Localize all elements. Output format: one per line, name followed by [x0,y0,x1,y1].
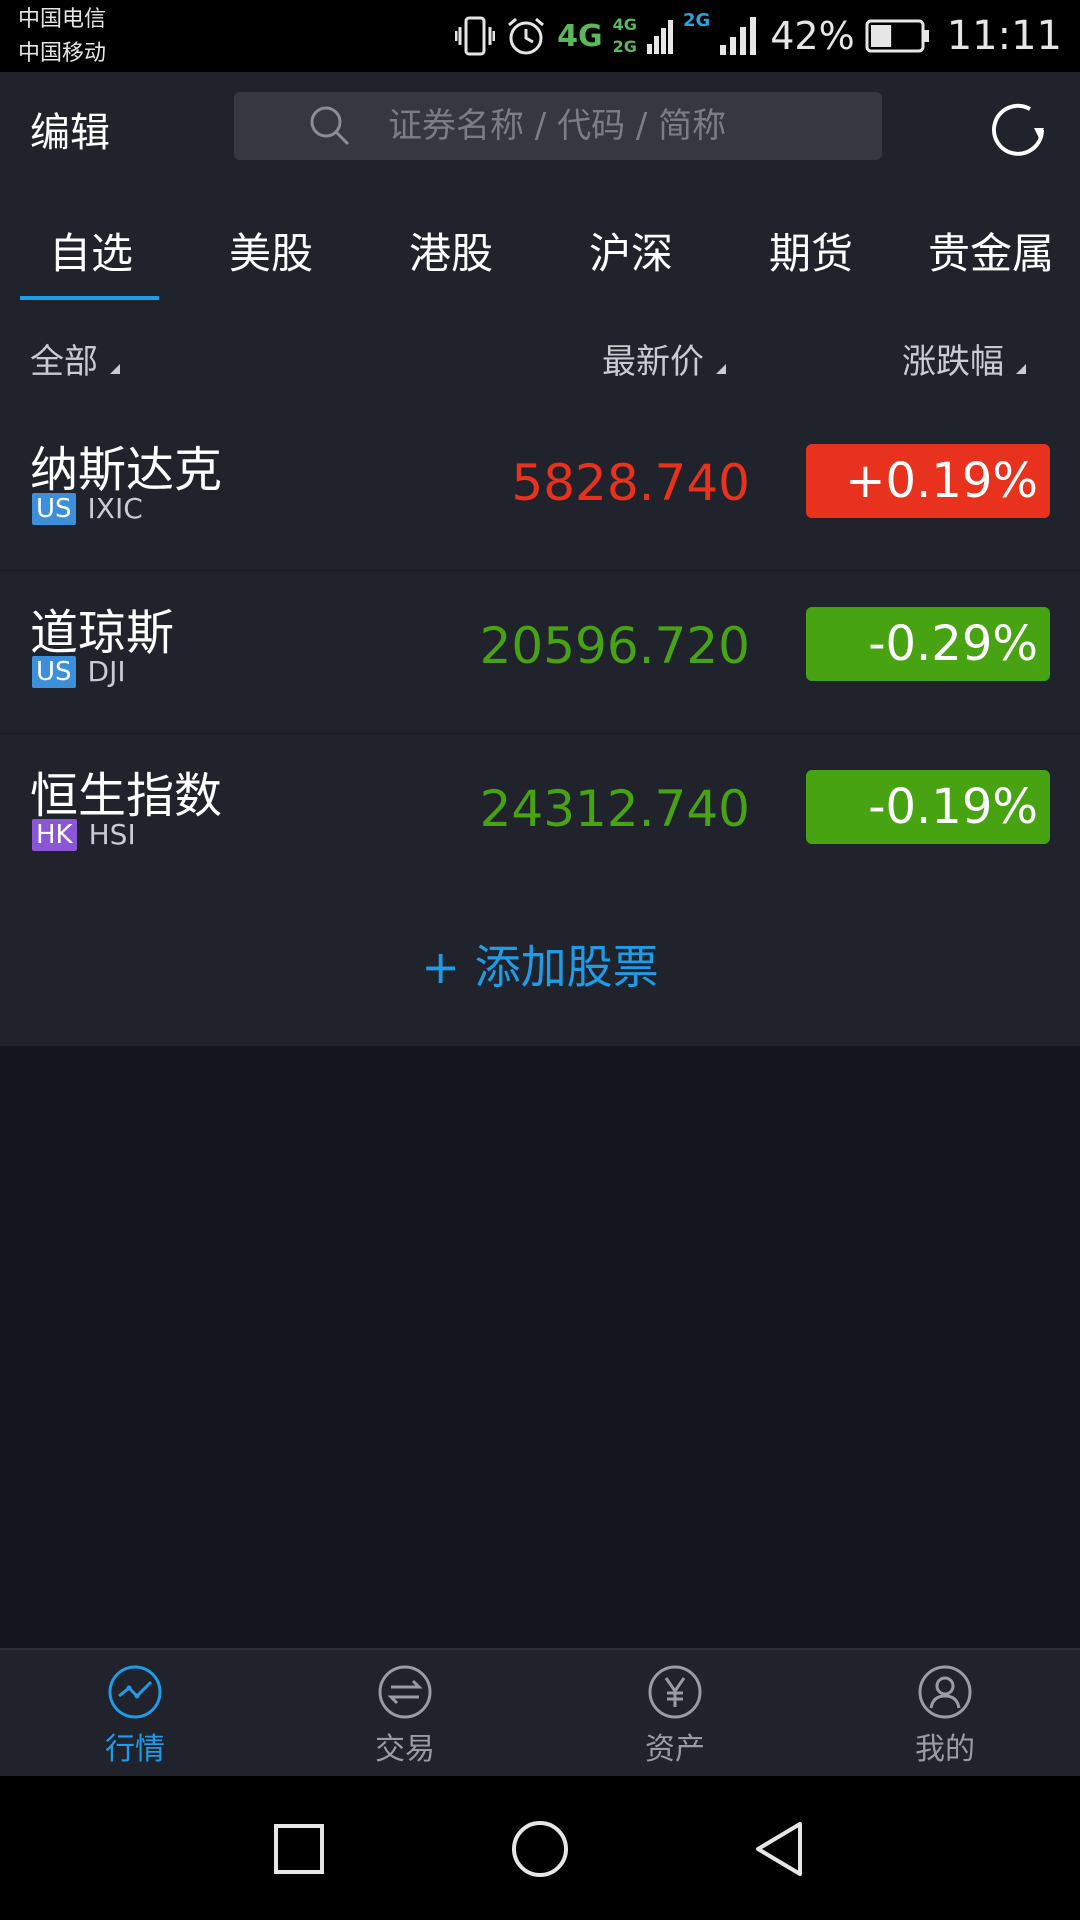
stock-sub: HK HSI [32,818,136,851]
nav-label: 交易 [375,1732,435,1767]
refresh-icon[interactable] [986,98,1050,162]
market-badge: HK [32,818,77,851]
stock-price: 24312.740 [479,780,750,838]
sort-latest-price[interactable]: 最新价 [602,334,726,383]
nav-item-trade[interactable]: 交易 [330,1664,480,1768]
tab-precious-metals[interactable]: 贵金属 [926,220,1056,281]
stock-name: 恒生指数 [30,768,223,824]
stock-sub: US DJI [32,655,126,688]
tab-futures[interactable]: 期货 [768,220,854,281]
stock-list: 纳斯达克 US IXIC 5828.740 +0.19% 道琼斯 US DJI … [0,408,1080,897]
stock-row[interactable]: 纳斯达克 US IXIC 5828.740 +0.19% [0,408,1080,571]
change-percent-button[interactable]: +0.19% [806,444,1050,518]
active-tab-indicator [20,296,159,300]
stock-price: 5828.740 [511,454,750,512]
latest-price-label: 最新价 [602,342,704,382]
signal-icon-2 [720,17,757,55]
stock-code: DJI [87,655,126,688]
market-tabs: 自选 美股 港股 沪深 期货 贵金属 [0,180,1080,304]
change-percent-button[interactable]: -0.29% [806,607,1050,681]
search-box[interactable] [234,92,882,160]
vibrate-icon [455,16,496,56]
market-badge: US [32,655,76,688]
top-header: 编辑 [0,72,1080,180]
market-badge: US [32,492,76,525]
network-secondary-top: 4G [612,15,637,34]
stock-row[interactable]: 道琼斯 US DJI 20596.720 -0.29% [0,571,1080,734]
tab-us-stocks[interactable]: 美股 [228,220,314,281]
stock-name: 纳斯达克 [30,442,223,498]
home-icon[interactable] [505,1814,575,1884]
sort-triangle-icon [1016,363,1026,374]
change-percent-button[interactable]: -0.19% [806,770,1050,844]
market-chart-icon [108,1665,162,1719]
status-icons: 4G 4G 2G 2G 42% 11:11 [445,8,1062,64]
battery-icon [865,19,929,53]
alarm-icon [508,17,545,55]
signal-icon [646,20,673,54]
stock-sub: US IXIC [32,492,143,525]
filter-all[interactable]: 全部 [30,334,120,383]
nav-label: 行情 [105,1732,165,1767]
filter-all-label: 全部 [30,342,98,382]
sort-triangle-icon [716,363,726,374]
nav-item-profile[interactable]: 我的 [870,1664,1020,1768]
network-dual-label: 4G 2G [613,14,637,58]
trade-exchange-icon [378,1665,432,1719]
profile-icon [918,1665,972,1719]
bottom-nav: 行情 交易 资产 我的 [0,1648,1080,1778]
stock-row[interactable]: 恒生指数 HK HSI 24312.740 -0.19% [0,734,1080,897]
tab-watchlist[interactable]: 自选 [48,220,134,281]
column-header: 全部 最新价 涨跌幅 [0,304,1080,408]
edit-button[interactable]: 编辑 [30,100,110,158]
nav-label: 资产 [645,1732,705,1767]
assets-yen-icon [648,1665,702,1719]
nav-item-market[interactable]: 行情 [60,1664,210,1768]
stock-code: IXIC [87,492,143,525]
status-bar: 中国电信 中国移动 4G 4G 2G 2G 42% 11:11 [0,0,1080,72]
stock-code: HSI [88,818,136,851]
stock-name: 道琼斯 [30,605,175,661]
nav-label: 我的 [915,1732,975,1767]
add-stock-button[interactable]: + 添加股票 [0,888,1080,1046]
tab-sh-sz[interactable]: 沪深 [588,220,674,281]
search-input[interactable] [386,105,850,147]
back-icon[interactable] [746,1814,816,1884]
app-root: 中国电信 中国移动 4G 4G 2G 2G 42% 11:11 编辑 证券名称 … [0,0,1080,1920]
network-4g-label: 4G [557,18,603,54]
battery-percent: 42% [770,14,855,58]
carrier-2: 中国移动 [18,41,107,66]
network-2g-label: 2G [682,10,711,31]
sort-change-pct[interactable]: 涨跌幅 [902,334,1026,383]
search-icon [310,106,350,146]
carrier-1: 中国电信 [18,7,107,32]
stock-price: 20596.720 [479,617,750,675]
nav-item-assets[interactable]: 资产 [600,1664,750,1768]
network-secondary-bottom: 2G [612,37,637,56]
clock: 11:11 [946,13,1062,59]
change-pct-label: 涨跌幅 [902,342,1004,382]
sort-triangle-icon [110,363,120,374]
recent-apps-icon[interactable] [264,1814,334,1884]
system-nav-bar [0,1776,1080,1920]
tab-hk-stocks[interactable]: 港股 [408,220,494,281]
